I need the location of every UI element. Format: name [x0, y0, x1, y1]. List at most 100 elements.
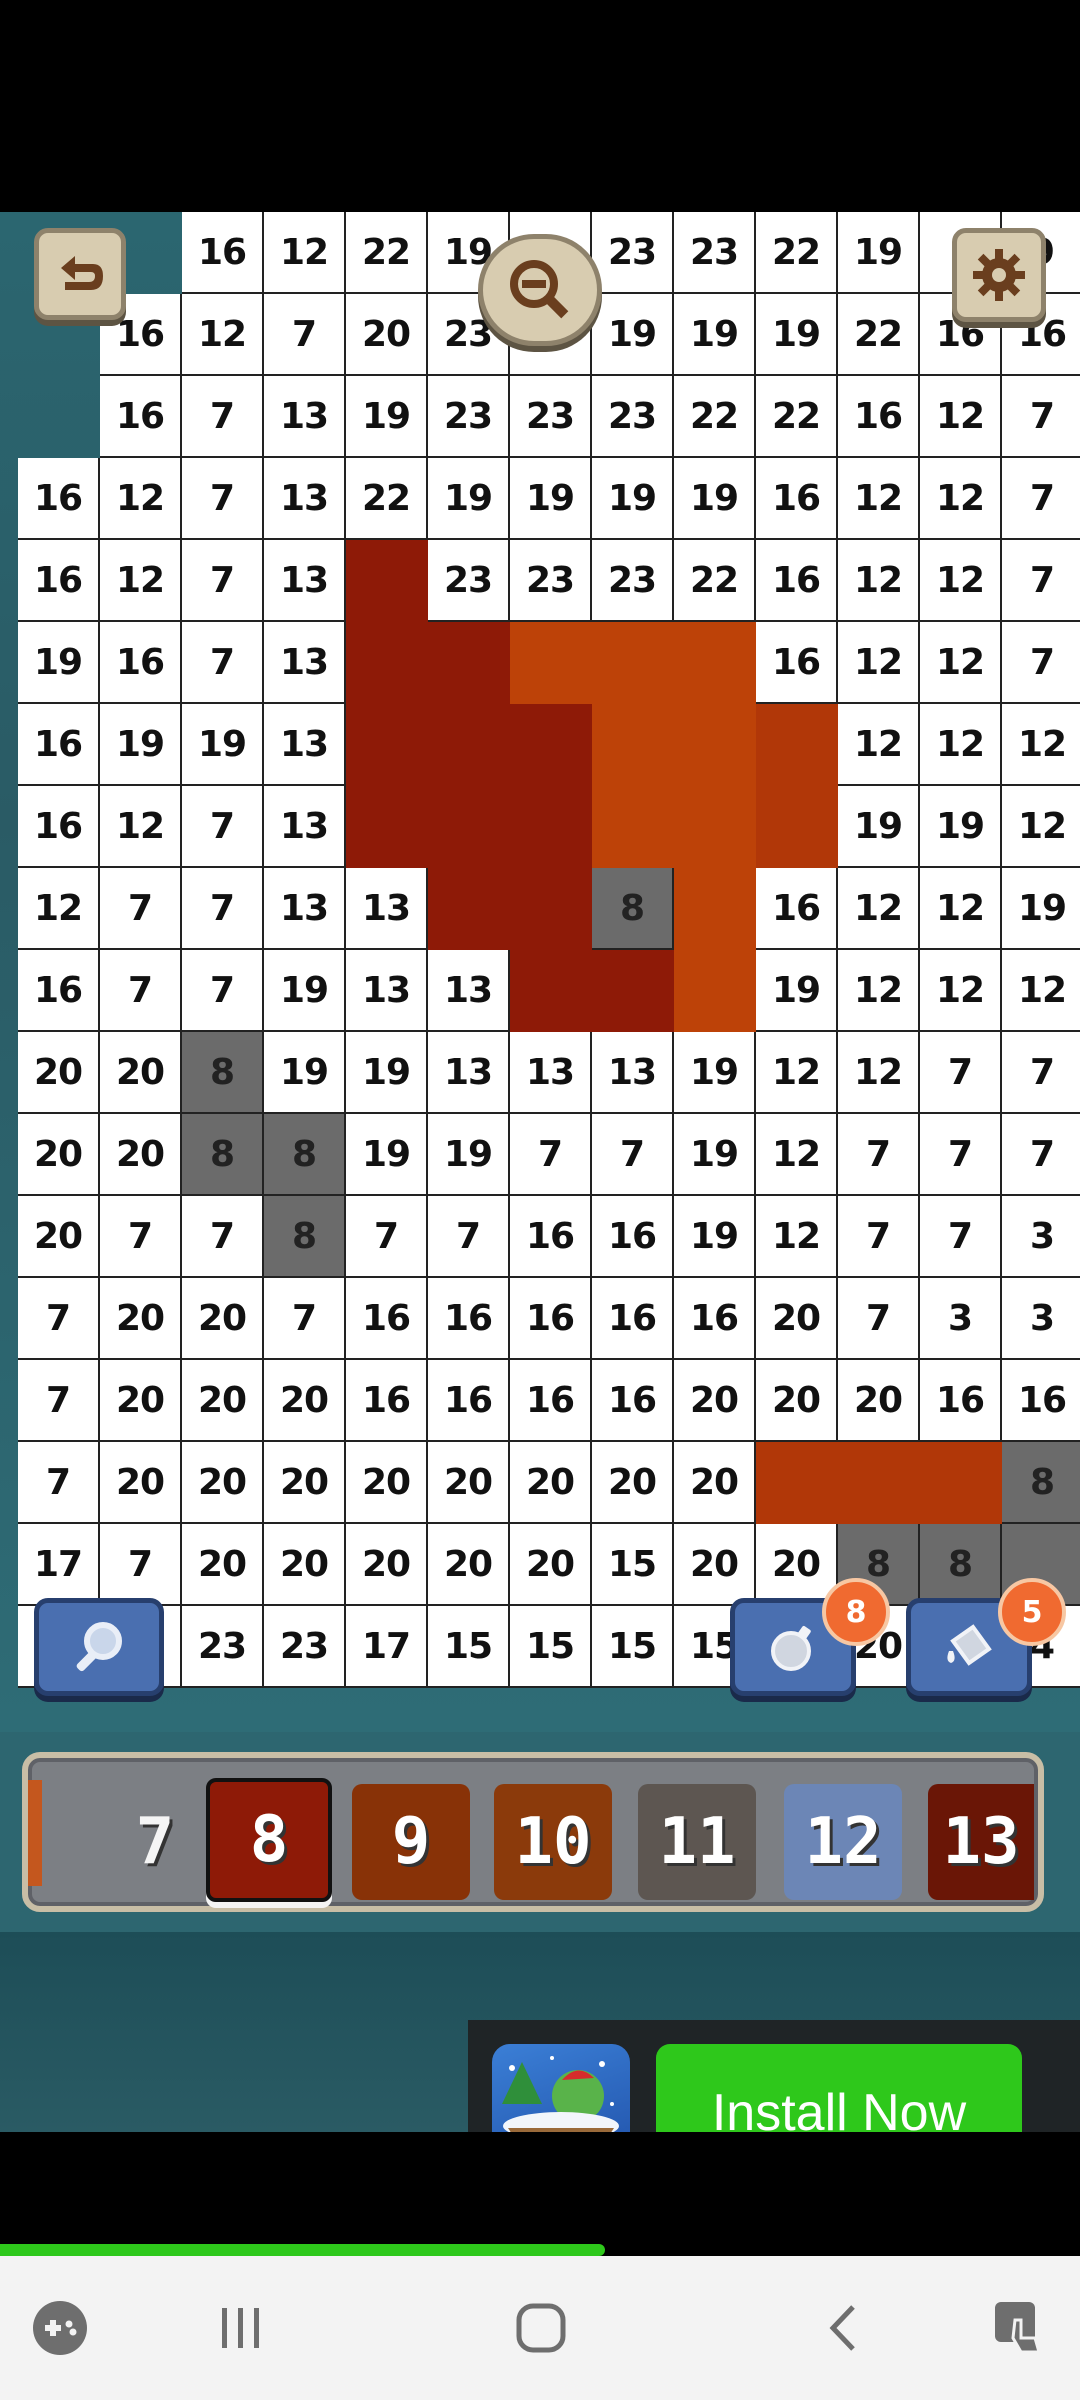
grid-cell[interactable]: 16 [100, 376, 182, 458]
grid-cell[interactable]: 16 [428, 1278, 510, 1360]
grid-cell[interactable]: 13 [264, 458, 346, 540]
grid-cell[interactable] [510, 622, 592, 704]
grid-cell[interactable] [674, 704, 756, 786]
grid-cell[interactable]: 8 [1002, 1442, 1080, 1524]
grid-cell[interactable]: 20 [182, 1278, 264, 1360]
grid-cell[interactable]: 16 [18, 786, 100, 868]
grid-cell[interactable]: 19 [346, 376, 428, 458]
grid-cell[interactable]: 12 [920, 704, 1002, 786]
grid-cell[interactable]: 15 [510, 1606, 592, 1688]
grid-cell[interactable]: 7 [18, 1278, 100, 1360]
grid-cell[interactable]: 19 [264, 1032, 346, 1114]
grid-cell[interactable]: 12 [756, 1114, 838, 1196]
grid-cell[interactable]: 19 [756, 294, 838, 376]
grid-cell[interactable]: 23 [428, 376, 510, 458]
grid-cell[interactable]: 20 [756, 1278, 838, 1360]
grid-cell[interactable] [346, 540, 428, 622]
grid-cell[interactable]: 7 [18, 1360, 100, 1442]
home-button[interactable] [508, 2298, 574, 2358]
grid-cell[interactable]: 23 [182, 1606, 264, 1688]
grid-cell[interactable] [756, 1442, 838, 1524]
grid-cell[interactable]: 12 [920, 540, 1002, 622]
grid-cell[interactable]: 23 [510, 376, 592, 458]
grid-cell[interactable] [756, 786, 838, 868]
grid-cell[interactable]: 19 [428, 1114, 510, 1196]
grid-cell[interactable]: 7 [18, 1442, 100, 1524]
grid-cell[interactable]: 23 [264, 1606, 346, 1688]
grid-cell[interactable]: 22 [674, 540, 756, 622]
palette-color-11[interactable]: 11 [638, 1784, 756, 1900]
grid-cell[interactable] [428, 622, 510, 704]
grid-cell[interactable]: 20 [674, 1524, 756, 1606]
grid-cell[interactable]: 8 [264, 1196, 346, 1278]
back-button[interactable] [810, 2298, 876, 2358]
grid-cell[interactable]: 19 [100, 704, 182, 786]
grid-cell[interactable]: 7 [428, 1196, 510, 1278]
grid-cell[interactable]: 20 [100, 1442, 182, 1524]
grid-cell[interactable]: 13 [264, 786, 346, 868]
grid-cell[interactable]: 12 [920, 458, 1002, 540]
grid-cell[interactable]: 8 [182, 1114, 264, 1196]
grid-cell[interactable]: 7 [182, 786, 264, 868]
grid-cell[interactable]: 7 [182, 868, 264, 950]
grid-cell[interactable]: 12 [756, 1032, 838, 1114]
grid-cell[interactable]: 12 [18, 868, 100, 950]
grid-cell[interactable]: 16 [838, 376, 920, 458]
grid-cell[interactable] [510, 704, 592, 786]
grid-cell[interactable]: 7 [920, 1196, 1002, 1278]
grid-cell[interactable]: 23 [592, 376, 674, 458]
grid-cell[interactable]: 23 [674, 212, 756, 294]
grid-cell[interactable]: 12 [182, 294, 264, 376]
grid-cell[interactable]: 20 [428, 1524, 510, 1606]
grid-cell[interactable]: 13 [264, 376, 346, 458]
grid-cell[interactable]: 16 [510, 1278, 592, 1360]
grid-cell[interactable] [510, 868, 592, 950]
grid-cell[interactable]: 19 [674, 1114, 756, 1196]
grid-cell[interactable]: 12 [1002, 950, 1080, 1032]
grid-cell[interactable]: 22 [346, 458, 428, 540]
grid-cell[interactable] [674, 950, 756, 1032]
grid-cell[interactable]: 16 [920, 1360, 1002, 1442]
grid-cell[interactable]: 13 [264, 704, 346, 786]
grid-cell[interactable]: 7 [1002, 622, 1080, 704]
grid-cell[interactable]: 16 [756, 458, 838, 540]
grid-cell[interactable]: 19 [510, 458, 592, 540]
grid-cell[interactable]: 20 [182, 1524, 264, 1606]
grid-cell[interactable]: 7 [182, 540, 264, 622]
grid-cell[interactable]: 20 [18, 1196, 100, 1278]
color-palette[interactable]: 7 8 9 10 11 12 13 [22, 1752, 1044, 1912]
grid-cell[interactable]: 7 [510, 1114, 592, 1196]
grid-cell[interactable]: 12 [838, 704, 920, 786]
grid-cell[interactable]: 12 [838, 458, 920, 540]
grid-cell[interactable]: 12 [100, 458, 182, 540]
grid-cell[interactable]: 20 [756, 1524, 838, 1606]
grid-cell[interactable]: 20 [756, 1360, 838, 1442]
grid-cell[interactable]: 20 [182, 1360, 264, 1442]
grid-cell[interactable]: 16 [18, 540, 100, 622]
grid-cell[interactable]: 19 [920, 786, 1002, 868]
grid-cell[interactable] [592, 704, 674, 786]
grid-cell[interactable]: 13 [592, 1032, 674, 1114]
grid-cell[interactable]: 13 [428, 950, 510, 1032]
grid-cell[interactable]: 7 [182, 458, 264, 540]
grid-cell[interactable]: 16 [18, 458, 100, 540]
grid-cell[interactable]: 19 [674, 458, 756, 540]
grid-cell[interactable]: 13 [428, 1032, 510, 1114]
grid-cell[interactable] [428, 704, 510, 786]
grid-cell[interactable] [592, 622, 674, 704]
grid-cell[interactable]: 13 [264, 868, 346, 950]
grid-cell[interactable] [838, 1442, 920, 1524]
pixel-grid[interactable]: 1612221923232219916127202319191922161616… [0, 212, 1080, 1732]
grid-cell[interactable]: 20 [346, 1524, 428, 1606]
grid-cell[interactable]: 7 [182, 950, 264, 1032]
grid-cell[interactable]: 16 [592, 1360, 674, 1442]
grid-cell[interactable]: 19 [674, 1196, 756, 1278]
grid-cell[interactable]: 22 [346, 212, 428, 294]
grid-cell[interactable]: 19 [428, 458, 510, 540]
palette-color-13[interactable]: 13 [928, 1784, 1034, 1900]
grid-cell[interactable]: 16 [674, 1278, 756, 1360]
grid-cell[interactable]: 20 [264, 1524, 346, 1606]
grid-cell[interactable]: 15 [592, 1606, 674, 1688]
grid-cell[interactable]: 20 [510, 1442, 592, 1524]
puzzle-board[interactable]: 1612221923232219916127202319191922161616… [0, 212, 1080, 1732]
